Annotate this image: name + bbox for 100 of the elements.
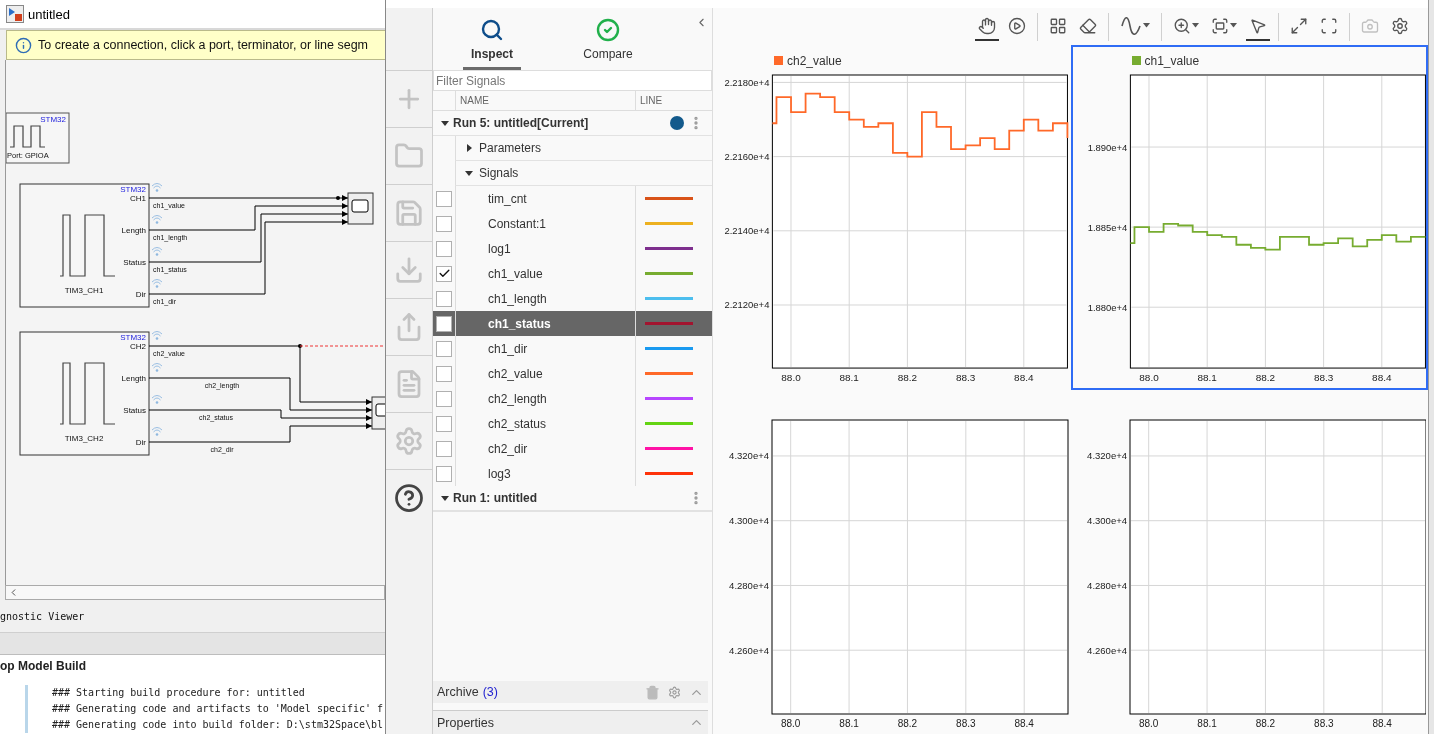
- tick-label: 1.890e+4: [1087, 141, 1127, 153]
- log-line: ### Generating code and artifacts to 'Model specific' f: [52, 702, 385, 716]
- subsystem-block[interactable]: [19, 183, 150, 308]
- tick-label: 88.1: [839, 718, 859, 729]
- legend-label: ch2_value: [787, 53, 842, 68]
- tick-label: 88.3: [956, 718, 976, 729]
- line-swatch[interactable]: [645, 322, 693, 325]
- signal-line[interactable]: [148, 195, 349, 201]
- signal-row[interactable]: log3: [433, 461, 712, 486]
- signal-name: ch2_status: [455, 411, 635, 436]
- filter-field[interactable]: Filter Signals: [433, 70, 712, 91]
- checkbox[interactable]: [436, 190, 452, 207]
- group-label[interactable]: Signals: [479, 166, 519, 180]
- trash-icon[interactable]: [645, 684, 660, 700]
- caret-icon[interactable]: [465, 169, 473, 177]
- signal-name: ch1_value: [455, 261, 635, 286]
- scrollbar[interactable]: [5, 585, 385, 600]
- vendor-label: STM32: [120, 333, 146, 342]
- wave-icon: [1120, 16, 1142, 35]
- tab[interactable]: Compare: [579, 8, 637, 70]
- hand-icon: [978, 16, 996, 35]
- camera-icon: [1361, 16, 1379, 35]
- checkbox[interactable]: [436, 265, 452, 282]
- signal-row[interactable]: ch2_value: [433, 361, 712, 386]
- line-swatch[interactable]: [645, 422, 693, 425]
- line-swatch[interactable]: [645, 297, 693, 300]
- column-header[interactable]: NAME: [455, 91, 635, 110]
- line-swatch[interactable]: [645, 447, 693, 450]
- junction-dot: [298, 344, 302, 348]
- legend-label: ch1_value: [1144, 53, 1200, 68]
- run-label[interactable]: Run 5: untitled[Current]: [453, 116, 589, 130]
- tick-label: 4.320e+4: [729, 450, 769, 462]
- line-swatch[interactable]: [645, 347, 693, 350]
- checkbox[interactable]: [436, 365, 452, 382]
- port-label: CH1: [130, 194, 146, 203]
- junction-dot: [336, 196, 340, 200]
- properties-bar[interactable]: Properties: [433, 710, 708, 734]
- signal-row[interactable]: ch2_status: [433, 411, 712, 436]
- subsystem-block[interactable]: [19, 331, 150, 456]
- line-swatch[interactable]: [645, 197, 693, 200]
- checkbox[interactable]: [436, 465, 452, 482]
- tick-label: 88.0: [1138, 372, 1159, 383]
- line-swatch[interactable]: [645, 397, 693, 400]
- tick-label: 88.1: [839, 372, 859, 383]
- wifi-icon: [151, 331, 163, 340]
- tick-label: 88.2: [1255, 718, 1275, 729]
- checkbox[interactable]: [436, 240, 452, 257]
- caret-icon[interactable]: [441, 494, 449, 502]
- run-label[interactable]: Run 1: untitled: [453, 491, 537, 505]
- signal-row[interactable]: ch2_dir: [433, 436, 712, 461]
- tick-label: 88.1: [1197, 372, 1217, 383]
- wifi-icon: [151, 247, 163, 256]
- cursor-icon: [1249, 16, 1267, 35]
- line-swatch[interactable]: [645, 372, 693, 375]
- checkbox[interactable]: [436, 315, 452, 332]
- caret-icon[interactable]: [441, 119, 449, 127]
- log-line: ### Starting build procedure for: untitled: [52, 686, 306, 700]
- tick-label: 88.2: [897, 718, 918, 729]
- signal-row[interactable]: Constant:1: [433, 211, 712, 236]
- archive-bar[interactable]: Archive (3): [433, 681, 708, 703]
- caret-icon[interactable]: [465, 144, 473, 152]
- signal-row[interactable]: ch1_status: [433, 311, 712, 336]
- gpio-block[interactable]: [6, 112, 70, 164]
- caret-icon: [1143, 23, 1150, 28]
- port-label: Length: [121, 374, 146, 383]
- checkbox[interactable]: [436, 415, 452, 432]
- block-name: TIM3_CH1: [64, 286, 104, 295]
- expand-icon: [1290, 16, 1308, 35]
- line-swatch[interactable]: [645, 472, 693, 475]
- signal-row[interactable]: ch1_value: [433, 261, 712, 286]
- vendor-label: STM32: [40, 115, 66, 124]
- scope-block[interactable]: [347, 192, 374, 225]
- signal-row[interactable]: tim_cnt: [433, 186, 712, 211]
- caret-icon: [1230, 23, 1237, 28]
- signal-row[interactable]: ch1_dir: [433, 336, 712, 361]
- checkbox[interactable]: [436, 340, 452, 357]
- play-icon: [1008, 16, 1026, 35]
- help-icon: [394, 483, 424, 513]
- column-header[interactable]: LINE: [635, 91, 712, 110]
- line-swatch[interactable]: [645, 247, 693, 250]
- scope-block[interactable]: [371, 396, 385, 430]
- tick-label: 88.4: [1372, 718, 1392, 729]
- line-swatch[interactable]: [645, 222, 693, 225]
- line-swatch[interactable]: [645, 272, 693, 275]
- group-label[interactable]: Parameters: [479, 141, 542, 155]
- tick-label: 4.320e+4: [1086, 450, 1127, 462]
- checkbox[interactable]: [436, 215, 452, 232]
- pulse-icon: [59, 362, 116, 425]
- tick-label: 4.280e+4: [729, 579, 769, 591]
- checkbox[interactable]: [436, 290, 452, 307]
- settings-icon[interactable]: [668, 685, 681, 699]
- signal-row[interactable]: log1: [433, 236, 712, 261]
- checkbox[interactable]: [436, 390, 452, 407]
- tick-label: 88.4: [1014, 718, 1034, 729]
- wifi-icon: [151, 215, 163, 224]
- wifi-icon: [151, 395, 163, 404]
- checkbox[interactable]: [436, 440, 452, 457]
- tick-label: 88.2: [1255, 372, 1275, 383]
- signal-row[interactable]: ch2_length: [433, 386, 712, 411]
- tick-label: 88.0: [1138, 718, 1158, 729]
